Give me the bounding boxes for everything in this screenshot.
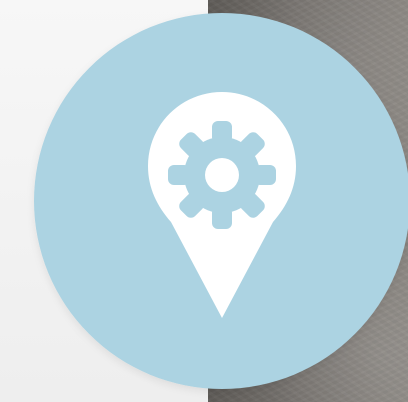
location-gear-icon <box>34 13 408 389</box>
app-icon-canvas <box>0 0 408 402</box>
